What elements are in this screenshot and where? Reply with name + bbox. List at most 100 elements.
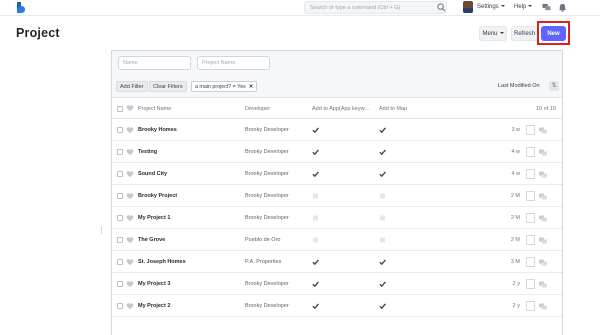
- check-icon: [312, 149, 319, 155]
- add-filter-button[interactable]: Add Filter: [116, 81, 148, 92]
- heart-icon[interactable]: [126, 258, 134, 266]
- sort-order-button[interactable]: ⇅: [549, 81, 559, 91]
- row-action-box[interactable]: [526, 213, 535, 223]
- row-checkbox[interactable]: [117, 281, 123, 287]
- row-checkbox[interactable]: [117, 237, 123, 243]
- unchecked-icon: [313, 215, 318, 221]
- developer-name: Brooky Developer: [245, 149, 289, 155]
- comment-icon[interactable]: [539, 281, 547, 288]
- row-action-box[interactable]: [526, 125, 535, 135]
- heart-icon[interactable]: [126, 280, 134, 288]
- check-icon: [379, 281, 386, 287]
- modified-time: 4 w: [511, 149, 520, 155]
- comment-icon[interactable]: [539, 259, 547, 266]
- bell-icon[interactable]: [558, 3, 567, 12]
- row-checkbox[interactable]: [117, 193, 123, 199]
- row-action-box[interactable]: [526, 235, 535, 245]
- project-name-filter-input[interactable]: Project Name: [197, 56, 270, 70]
- table-row[interactable]: The Grove Pueblo de Oro 2 M: [112, 229, 562, 251]
- menu-label: Menu: [482, 31, 498, 37]
- row-action-box[interactable]: [526, 147, 535, 157]
- unchecked-icon: [380, 237, 385, 243]
- row-action-box[interactable]: [526, 279, 535, 289]
- developer-name: Brooky Developer: [245, 281, 289, 287]
- comment-icon[interactable]: [539, 237, 547, 244]
- project-name[interactable]: Brooky Project: [138, 193, 177, 200]
- developer-name: Brooky Developer: [245, 215, 289, 221]
- active-filter-label: a main project? = Yes: [195, 84, 246, 90]
- row-action-box[interactable]: [526, 169, 535, 179]
- sidebar-toggle-handle[interactable]: [101, 226, 102, 234]
- check-icon: [379, 303, 386, 309]
- menu-button[interactable]: Menu: [479, 26, 507, 41]
- comment-icon[interactable]: [539, 127, 547, 134]
- help-label: Help: [514, 4, 527, 10]
- row-checkbox[interactable]: [117, 259, 123, 265]
- heart-icon[interactable]: [126, 236, 134, 244]
- modified-time: 2 M: [510, 237, 520, 243]
- chat-icon[interactable]: [542, 3, 551, 12]
- comment-icon[interactable]: [539, 303, 547, 310]
- heart-icon[interactable]: [126, 170, 134, 178]
- settings-dropdown[interactable]: Settings: [477, 3, 505, 11]
- row-action-box[interactable]: [526, 191, 535, 201]
- table-row[interactable]: Sound City Brooky Developer 4 w: [112, 163, 562, 185]
- help-dropdown[interactable]: Help: [514, 3, 533, 11]
- clear-filters-button[interactable]: Clear Filters: [149, 81, 187, 92]
- project-name[interactable]: Sound City: [138, 171, 167, 178]
- comment-icon[interactable]: [539, 149, 547, 156]
- avatar[interactable]: [463, 1, 473, 13]
- project-name[interactable]: My Project 2: [138, 303, 170, 310]
- row-checkbox[interactable]: [117, 215, 123, 221]
- chevron-down-icon: [500, 5, 505, 7]
- row-checkbox[interactable]: [117, 149, 123, 155]
- heart-icon[interactable]: [126, 126, 134, 134]
- brand-logo-icon[interactable]: [16, 2, 26, 14]
- check-icon: [312, 127, 319, 133]
- table-row[interactable]: Brooky Project Brooky Developer 2 M: [112, 185, 562, 207]
- project-name[interactable]: My Project 3: [138, 281, 170, 288]
- chevron-down-icon: [499, 32, 504, 34]
- table-row[interactable]: My Project 1 Brooky Developer 2 M: [112, 207, 562, 229]
- check-icon: [312, 259, 319, 265]
- table-row[interactable]: Testing Brooky Developer 4 w: [112, 141, 562, 163]
- comment-icon[interactable]: [539, 193, 547, 200]
- row-action-box[interactable]: [526, 257, 535, 267]
- row-action-box[interactable]: [526, 301, 535, 311]
- developer-name: Brooky Developer: [245, 303, 289, 309]
- project-name[interactable]: St. Joseph Homes: [138, 259, 186, 266]
- modified-time: 3 M: [510, 259, 520, 265]
- project-name[interactable]: Testing: [138, 149, 157, 156]
- sort-selector[interactable]: Last Modified On: [498, 82, 540, 90]
- chevron-down-icon: [528, 5, 533, 7]
- active-filter-tag[interactable]: a main project? = Yes ✕: [191, 81, 258, 92]
- search-icon[interactable]: [437, 3, 446, 12]
- row-checkbox[interactable]: [117, 171, 123, 177]
- name-filter-input[interactable]: Name: [118, 56, 191, 70]
- search-input[interactable]: Search or type a command (Ctrl + G): [304, 1, 447, 14]
- check-icon: [312, 303, 319, 309]
- project-name[interactable]: My Project 1: [138, 215, 170, 222]
- heart-icon[interactable]: [126, 302, 134, 310]
- modified-time: 2 M: [510, 215, 520, 221]
- refresh-button[interactable]: Refresh: [511, 26, 538, 41]
- close-icon[interactable]: ✕: [249, 84, 253, 90]
- heart-icon[interactable]: [126, 148, 134, 156]
- table-row[interactable]: My Project 2 Brooky Developer 2 y: [112, 295, 562, 317]
- row-checkbox[interactable]: [117, 303, 123, 309]
- unchecked-icon: [380, 193, 385, 199]
- comment-icon[interactable]: [539, 171, 547, 178]
- project-name[interactable]: The Grove: [138, 237, 165, 244]
- project-name[interactable]: Brooky Homes: [138, 127, 177, 134]
- check-icon: [379, 149, 386, 155]
- row-checkbox[interactable]: [117, 127, 123, 133]
- comment-icon[interactable]: [539, 215, 547, 222]
- heart-icon[interactable]: [126, 192, 134, 200]
- settings-label: Settings: [477, 4, 499, 10]
- heart-icon[interactable]: [126, 214, 134, 222]
- table-row[interactable]: My Project 3 Brooky Developer 2 y: [112, 273, 562, 295]
- table-row[interactable]: St. Joseph Homes P.A. Properties 3 M: [112, 251, 562, 273]
- select-all-checkbox[interactable]: [117, 106, 123, 112]
- table-row[interactable]: Brooky Homes Brooky Developer 3 w: [112, 119, 562, 141]
- heart-icon[interactable]: [126, 104, 134, 112]
